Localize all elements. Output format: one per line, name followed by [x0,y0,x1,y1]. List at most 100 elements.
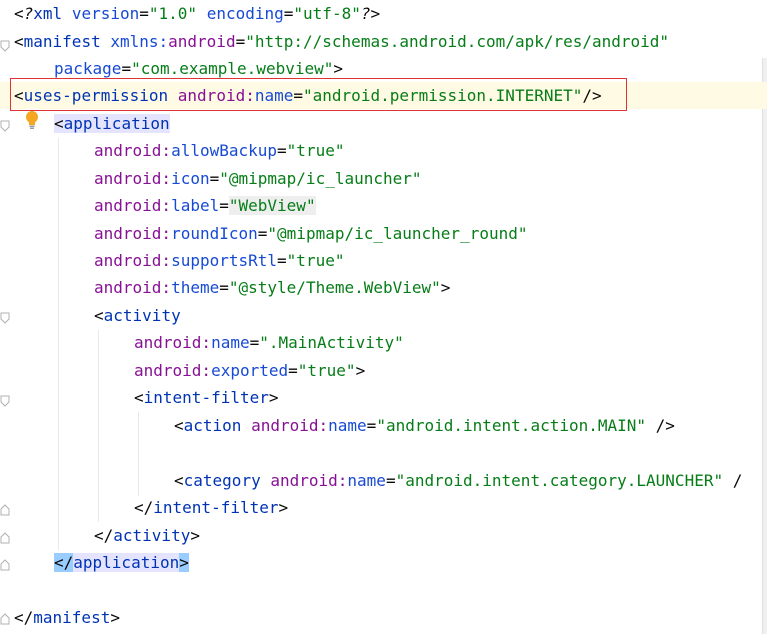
code-token: encoding [206,4,284,23]
code-line-allowbackup[interactable]: android:allowBackup="true" [94,137,767,164]
code-line-icon[interactable]: android:icon="@mipmap/ic_launcher" [94,165,767,192]
code-token: package [54,59,122,78]
code-token: application [73,553,180,572]
code-line-intent-filter-open[interactable]: <intent-filter> [134,384,767,411]
code-token: version [71,4,140,23]
code-token: "WebView" [228,196,316,215]
code-token: / [723,471,743,490]
fold-marker-icon[interactable] [0,613,10,625]
code-line-application-close[interactable]: </application> [54,549,767,576]
code-token: activity [103,306,181,325]
code-token: "android.intent.category.LAUNCHER" [395,471,724,490]
code-token: android: [94,278,172,297]
code-token: supportsRtl [171,251,278,270]
code-token: = [277,141,287,160]
code-token: <? [14,4,34,23]
code-line-manifest-open[interactable]: <manifest xmlns:android="http://schemas.… [14,28,767,55]
code-token: "@mipmap/ic_launcher" [219,169,422,188]
code-token: "http://schemas.android.com/apk/res/andr… [245,32,670,51]
code-token: "true" [286,141,345,160]
fold-marker-icon[interactable] [0,532,10,544]
code-token: ".MainActivity" [259,333,404,352]
code-line-xml-declaration[interactable]: <?xml version="1.0" encoding="utf-8"?> [14,0,767,27]
code-token: > [110,608,120,627]
code-token: android: [94,224,172,243]
code-token: action [183,416,242,435]
code-token: android: [134,333,212,352]
code-token: = [121,59,132,78]
code-token: </ [134,498,154,517]
fold-marker-icon[interactable] [0,395,10,407]
code-token: manifest [33,608,111,627]
fold-marker-icon[interactable] [0,559,10,571]
code-token: < [14,32,24,51]
code-token: < [174,471,184,490]
code-token: activity [113,526,191,545]
code-token: label [171,196,220,215]
code-line-activity-name[interactable]: android:name=".MainActivity" [134,329,767,356]
code-token: allowBackup [171,141,278,160]
code-token: < [54,114,64,133]
code-token: roundIcon [171,224,258,243]
code-token: ?> [360,4,381,23]
highlight-box [10,78,627,111]
code-token: "@mipmap/ic_launcher_round" [267,224,528,243]
code-token: = [366,416,377,435]
code-line-manifest-close[interactable]: </manifest> [14,604,767,631]
code-line-exported[interactable]: android:exported="true"> [134,357,767,384]
code-line-theme[interactable]: android:theme="@style/Theme.WebView"> [94,274,767,301]
code-line-application-open[interactable]: <application [54,110,767,137]
fold-marker-icon[interactable] [0,312,10,324]
code-line-intent-filter-close[interactable]: </intent-filter> [134,494,767,521]
code-token: intent-filter [143,388,269,407]
code-line-category[interactable]: <category android:name="android.intent.c… [174,467,767,494]
indent-guide [98,330,99,522]
code-token: /> [646,416,675,435]
code-line-activity-close[interactable]: </activity> [94,522,767,549]
code-token: application [63,114,170,133]
code-token: android [168,32,236,51]
code-token: < [174,416,184,435]
lightbulb-icon[interactable] [24,110,40,130]
code-token: "true" [286,251,345,270]
code-token: = [385,471,396,490]
code-token: android: [251,416,329,435]
code-token: name [347,471,386,490]
code-token: xmlns: [110,32,169,51]
code-token: = [249,333,260,352]
code-token: = [235,32,246,51]
code-token: </ [94,526,114,545]
fold-marker-icon[interactable] [0,120,10,132]
code-token: android: [94,141,172,160]
code-token: = [139,4,149,23]
code-token: icon [171,169,210,188]
code-line-roundicon[interactable]: android:roundIcon="@mipmap/ic_launcher_r… [94,220,767,247]
code-token: category [183,471,261,490]
code-token: > [278,498,289,517]
code-token: android: [134,361,212,380]
code-line-activity-open[interactable]: <activity [94,302,767,329]
code-token: intent-filter [153,498,279,517]
code-token: android: [270,471,348,490]
indent-guide [138,412,139,496]
code-token: = [219,196,229,215]
fold-marker-icon[interactable] [0,40,10,52]
code-token: xml [33,4,63,23]
code-token: > [190,526,200,545]
code-line-action[interactable]: <action android:name="android.intent.act… [174,412,767,439]
fold-marker-icon[interactable] [0,504,10,516]
indent-guide [58,138,59,550]
code-line-supportsrtl[interactable]: android:supportsRtl="true" [94,247,767,274]
code-line-label[interactable]: android:label="WebView" [94,192,767,219]
code-token: < [94,306,104,325]
code-token: "com.example.webview" [131,59,334,78]
code-token: > [268,388,279,407]
code-token: theme [171,278,220,297]
code-token: "true" [297,361,356,380]
code-token: = [288,361,298,380]
code-token: exported [211,361,289,380]
